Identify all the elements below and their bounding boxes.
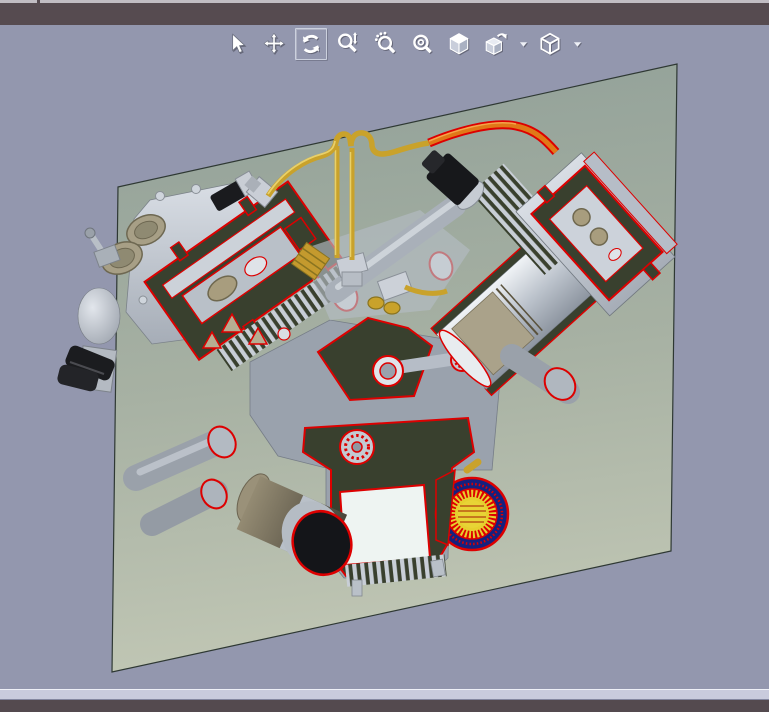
model-scene[interactable] xyxy=(0,25,769,689)
pan-tool-button[interactable] xyxy=(258,28,290,60)
rotate-arrows-icon xyxy=(302,34,320,54)
cursor-arrow-icon xyxy=(232,33,246,54)
pan-arrows-icon xyxy=(263,32,285,55)
shaded-view-tool-button[interactable] xyxy=(443,28,475,60)
status-bar-light xyxy=(0,689,769,700)
select-tool-button[interactable] xyxy=(221,28,253,60)
zoom-fit-tool-button[interactable] xyxy=(406,28,438,60)
title-bar xyxy=(0,3,769,25)
magnifier-dots-icon xyxy=(374,31,396,54)
solid-cube-icon xyxy=(449,33,469,55)
view-orientation-tool-dropdown-caret-icon[interactable] xyxy=(517,29,530,59)
view-orientation-tool-button[interactable] xyxy=(480,28,512,60)
display-style-tool-dropdown-caret-icon[interactable] xyxy=(571,29,584,59)
wireframe-cube-icon xyxy=(540,32,560,55)
magnifier-target-icon xyxy=(413,34,432,54)
rotate-tool-button[interactable] xyxy=(295,28,327,60)
status-bar-dark xyxy=(0,700,769,712)
viewport-3d[interactable] xyxy=(0,25,769,689)
fuel-pump-dome xyxy=(77,287,121,345)
zoom-selection-tool-button[interactable] xyxy=(369,28,401,60)
magnifier-zoom-icon xyxy=(338,32,358,53)
display-style-tool-button[interactable] xyxy=(534,28,566,60)
view-toolbar xyxy=(221,27,588,61)
zoom-tool-button[interactable] xyxy=(332,28,364,60)
left-accessories[interactable] xyxy=(56,227,121,393)
cube-arrow-icon xyxy=(485,33,507,55)
